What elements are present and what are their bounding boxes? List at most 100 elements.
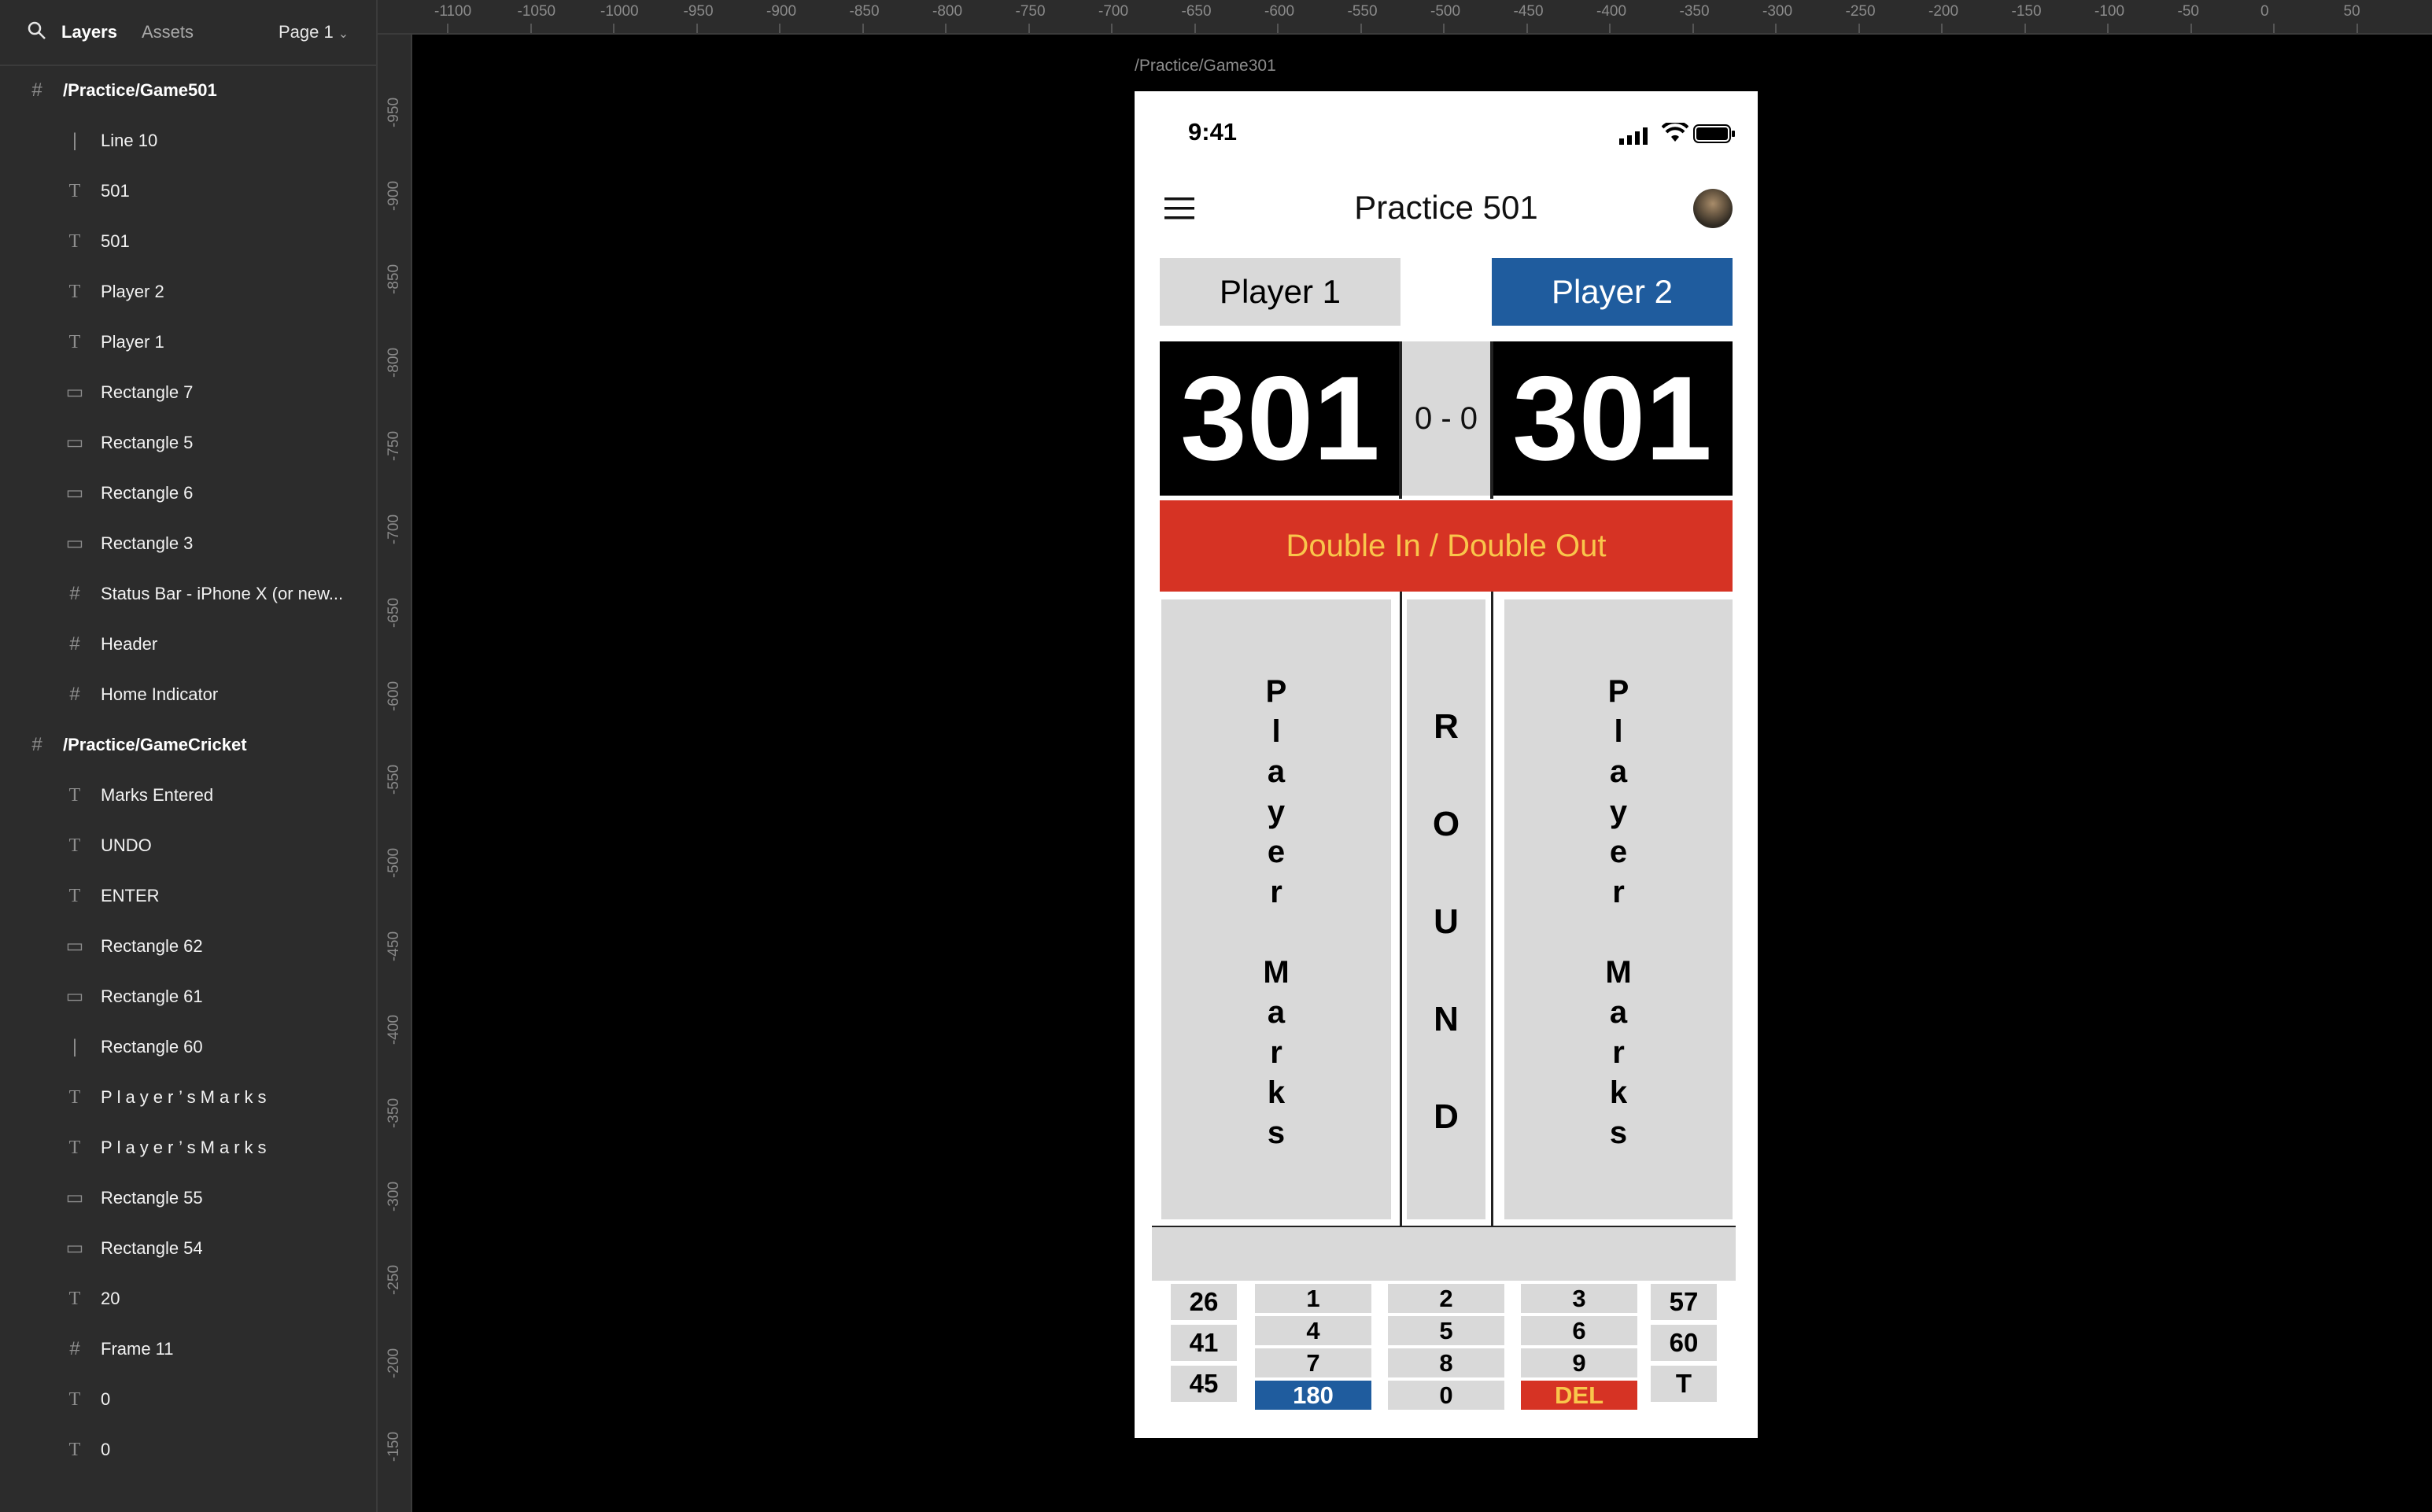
ruler-tick-label: -700 (386, 514, 402, 545)
layer-name: Rectangle 6 (101, 483, 194, 503)
tab-assets[interactable]: Assets (142, 20, 194, 44)
layer-name: 20 (101, 1289, 120, 1308)
frame-label[interactable]: /Practice/Game301 (1135, 57, 1276, 76)
key-del[interactable]: DEL (1521, 1381, 1637, 1410)
layer-row[interactable]: ▭ Rectangle 61 (0, 972, 376, 1021)
layer-row[interactable]: T UNDO (0, 821, 376, 870)
key-8[interactable]: 8 (1388, 1348, 1504, 1377)
key-60[interactable]: 60 (1651, 1325, 1717, 1361)
rectangle-icon: ▭ (65, 482, 84, 503)
layer-row[interactable]: # Header (0, 620, 376, 669)
layer-row[interactable]: T Player’sMarks (0, 1123, 376, 1172)
ruler-tick-label: -850 (386, 264, 402, 295)
panel-letter: a (1609, 754, 1628, 789)
rectangle-icon: ▭ (65, 986, 84, 1007)
ruler-tick-label: -1000 (600, 3, 639, 20)
key-26[interactable]: 26 (1171, 1284, 1237, 1320)
layer-row[interactable]: T 501 (0, 217, 376, 266)
key-0[interactable]: 0 (1388, 1381, 1504, 1410)
layer-row[interactable]: T Player’sMarks (0, 1073, 376, 1122)
layer-row[interactable]: T 501 (0, 167, 376, 216)
layer-row[interactable]: # /Practice/GameCricket (0, 721, 376, 769)
layer-row[interactable]: # Home Indicator (0, 670, 376, 719)
key-5[interactable]: 5 (1388, 1316, 1504, 1345)
layer-row[interactable]: ▭ Rectangle 5 (0, 419, 376, 467)
legs-score: 0 - 0 (1401, 341, 1492, 496)
layer-name: /Practice/GameCricket (63, 735, 247, 754)
ruler-tick (613, 24, 614, 33)
layer-name: Rectangle 55 (101, 1188, 203, 1208)
ruler-tick-label: -750 (1015, 3, 1046, 20)
layer-row[interactable]: | Line 10 (0, 116, 376, 165)
layer-name: Home Indicator (101, 684, 219, 704)
player-2-marks-panel[interactable]: Player Marks (1504, 599, 1733, 1219)
key-9[interactable]: 9 (1521, 1348, 1637, 1377)
key-3[interactable]: 3 (1521, 1284, 1637, 1313)
text-icon: T (68, 1289, 81, 1309)
layer-row[interactable]: T Player 2 (0, 267, 376, 316)
layer-row[interactable]: ▭ Rectangle 55 (0, 1174, 376, 1223)
key-57[interactable]: 57 (1651, 1284, 1717, 1320)
key-180[interactable]: 180 (1255, 1381, 1371, 1410)
player-2-button[interactable]: Player 2 (1492, 258, 1733, 326)
layers-panel: Layers Assets Page 1 ⌄ # /Practice/Game501… (0, 0, 378, 1512)
line-icon: | (72, 130, 78, 151)
panel-letter: r (1270, 1035, 1282, 1070)
key-2[interactable]: 2 (1388, 1284, 1504, 1313)
key-t[interactable]: T (1651, 1366, 1717, 1402)
layer-name: Line 10 (101, 131, 158, 150)
ruler-tick-label: -550 (386, 764, 402, 795)
tab-layers[interactable]: Layers (61, 20, 117, 44)
player-1-button[interactable]: Player 1 (1160, 258, 1401, 326)
layer-row[interactable]: T 20 (0, 1274, 376, 1323)
text-icon: T (68, 1087, 81, 1108)
panel-letter: r (1612, 1035, 1625, 1070)
panel-letter: O (1432, 805, 1460, 843)
phone-frame[interactable]: 9:41 Practice 501 Player 1 Player 2 301 … (1135, 91, 1758, 1438)
layer-row[interactable]: T Marks Entered (0, 771, 376, 820)
layer-row[interactable]: ▭ Rectangle 7 (0, 368, 376, 417)
panel-letter: y (1267, 795, 1286, 829)
key-6[interactable]: 6 (1521, 1316, 1637, 1345)
key-41[interactable]: 41 (1171, 1325, 1237, 1361)
key-7[interactable]: 7 (1255, 1348, 1371, 1377)
layer-row[interactable]: T0 (0, 1425, 376, 1474)
layer-row[interactable]: | Rectangle 60 (0, 1023, 376, 1071)
key-45[interactable]: 45 (1171, 1366, 1237, 1402)
ruler-tick-label: 0 (2260, 3, 2269, 20)
layer-row[interactable]: ▭ Rectangle 3 (0, 519, 376, 568)
key-1[interactable]: 1 (1255, 1284, 1371, 1313)
search-icon[interactable] (27, 20, 47, 41)
avatar[interactable] (1693, 189, 1733, 228)
layer-name: Rectangle 60 (101, 1037, 203, 1057)
layer-row[interactable]: ▭ Rectangle 54 (0, 1224, 376, 1273)
ruler-tick-label: -150 (386, 1431, 402, 1462)
frame-icon: # (31, 734, 42, 755)
ruler-tick-label: -600 (1264, 3, 1295, 20)
layer-name: Header (101, 634, 158, 654)
ruler-tick-label: -800 (932, 3, 963, 20)
page-selector[interactable]: Page 1 ⌄ (279, 20, 349, 46)
player-1-marks-panel[interactable]: Player Marks (1161, 599, 1391, 1219)
chevron-down-icon: ⌄ (338, 28, 349, 41)
ruler-tick (1609, 24, 1611, 33)
ruler-tick-label: -200 (1928, 3, 1959, 20)
layer-row[interactable]: T Player 1 (0, 318, 376, 367)
layer-name: ENTER (101, 886, 160, 905)
layer-row[interactable]: T0 (0, 1375, 376, 1424)
layer-row[interactable]: # Frame 11 (0, 1325, 376, 1374)
text-icon: T (68, 1389, 81, 1410)
text-icon: T (68, 1138, 81, 1158)
ruler-tick-label: -750 (386, 430, 402, 462)
layer-row[interactable]: # /Practice/Game501 (0, 66, 376, 115)
layer-row[interactable]: ▭ Rectangle 62 (0, 922, 376, 971)
ruler-tick-label: -1050 (517, 3, 556, 20)
panel-letter: k (1609, 1075, 1628, 1110)
layer-row[interactable]: # Status Bar - iPhone X (or new... (0, 570, 376, 618)
layer-row[interactable]: T ENTER (0, 872, 376, 920)
layer-row[interactable]: ▭ Rectangle 6 (0, 469, 376, 518)
key-4[interactable]: 4 (1255, 1316, 1371, 1345)
ruler-tick-label: -900 (386, 180, 402, 212)
ruler-tick-label: -950 (683, 3, 714, 20)
ruler-tick-label: -800 (386, 347, 402, 378)
